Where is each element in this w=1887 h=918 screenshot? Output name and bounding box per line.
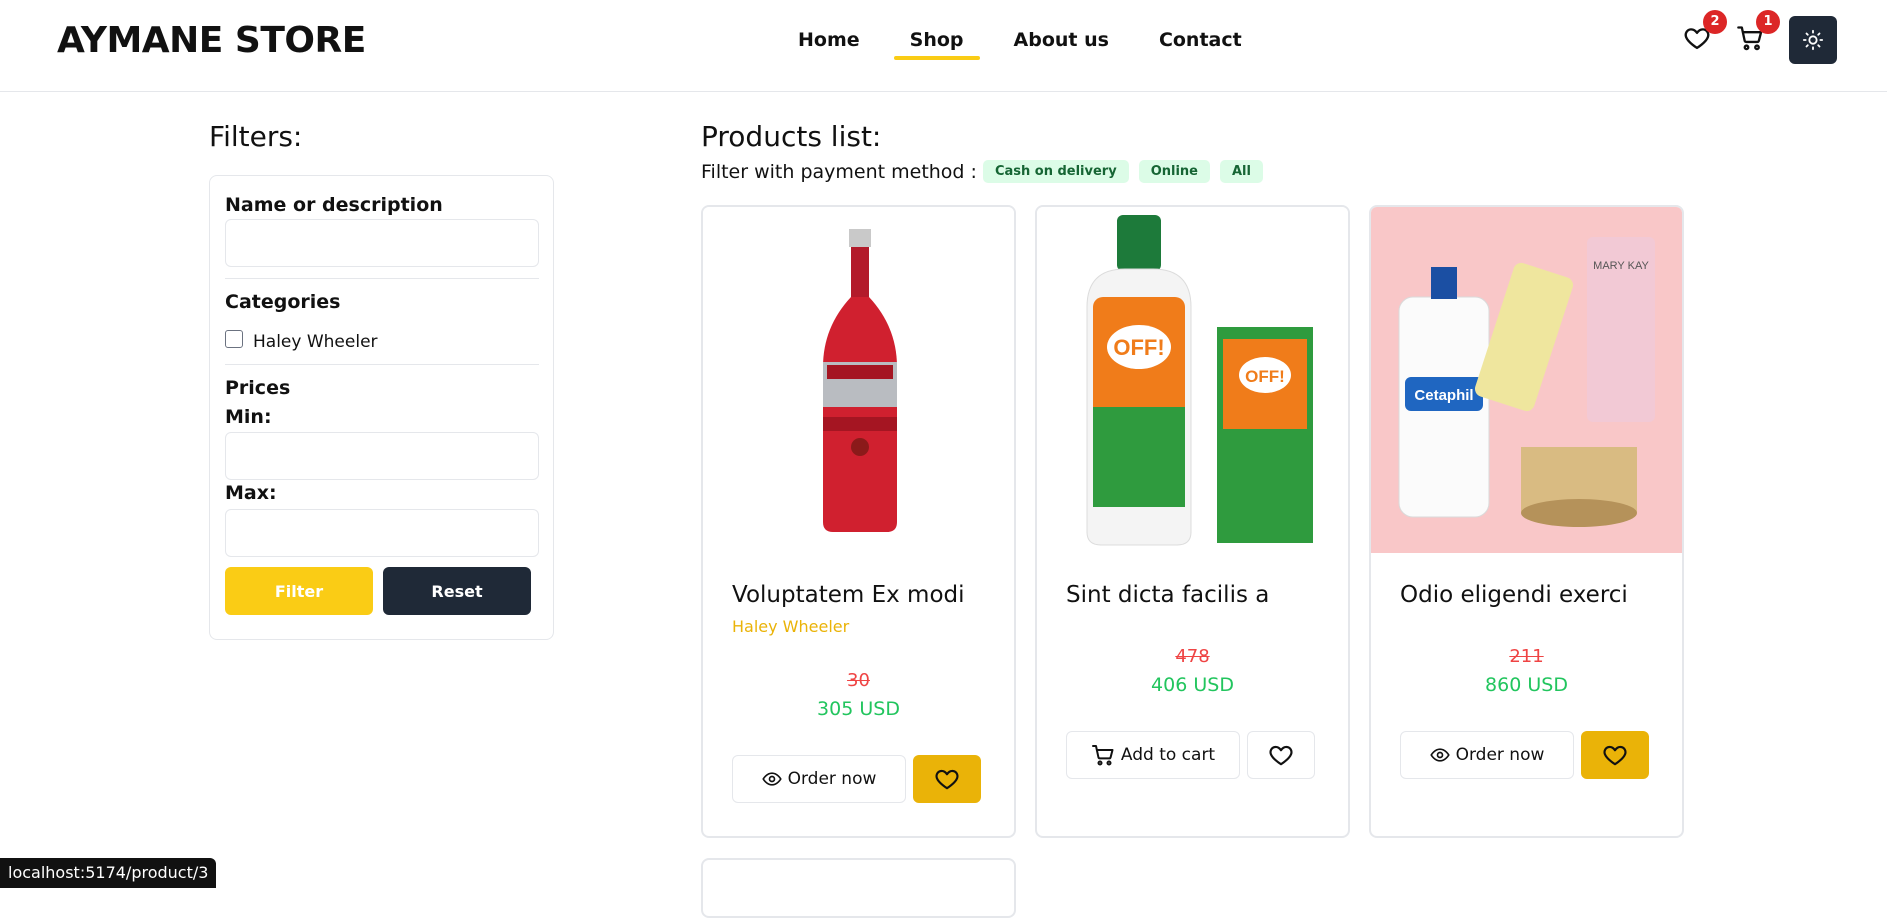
wishlist-count-badge: 2: [1703, 10, 1727, 34]
add-to-cart-label: Add to cart: [1120, 745, 1216, 765]
heart-icon: [1603, 745, 1627, 766]
sun-icon: [1802, 29, 1824, 51]
add-to-cart-button[interactable]: Add to cart: [1066, 731, 1240, 779]
nav-about[interactable]: About us: [996, 28, 1127, 58]
wishlist-toggle-button[interactable]: [1581, 731, 1649, 779]
product-image-vodka[interactable]: [703, 207, 1014, 553]
product-old-price: 211: [1509, 646, 1544, 667]
svg-text:OFF!: OFF!: [1245, 367, 1285, 386]
product-name[interactable]: Sint dicta facilis a: [1066, 582, 1269, 608]
prices-label: Prices: [225, 377, 291, 399]
product-name[interactable]: Voluptatem Ex modi: [732, 582, 965, 608]
payment-filter-label: Filter with payment method :: [701, 160, 977, 183]
max-price-input[interactable]: [225, 509, 539, 557]
order-now-label: Order now: [1455, 745, 1545, 765]
nav-home[interactable]: Home: [780, 28, 878, 58]
brand-logo[interactable]: AYMANE STORE: [57, 20, 366, 61]
categories-label: Categories: [225, 291, 341, 313]
filters-title: Filters:: [209, 120, 303, 153]
payment-chip-online[interactable]: Online: [1138, 160, 1210, 183]
order-now-button[interactable]: Order now: [1400, 731, 1574, 779]
wishlist-toggle-button[interactable]: [1247, 731, 1315, 779]
wishlist-toggle-button[interactable]: [913, 755, 981, 803]
divider: [225, 278, 539, 279]
name-filter-input[interactable]: [225, 219, 539, 267]
heart-icon: [1269, 745, 1293, 766]
heart-icon: [935, 769, 959, 790]
eye-icon: [1429, 748, 1450, 762]
payment-chip-all[interactable]: All: [1220, 160, 1263, 183]
nav-shop[interactable]: Shop: [892, 28, 982, 60]
product-old-price: 478: [1175, 646, 1210, 667]
product-card[interactable]: [701, 858, 1016, 918]
svg-text:OFF!: OFF!: [1113, 335, 1164, 360]
product-image-off-spray[interactable]: OFF! OFF!: [1037, 207, 1348, 553]
product-card[interactable]: OFF! OFF! Sint dicta facilis a 478 406 U…: [1035, 205, 1350, 838]
reset-button[interactable]: Reset: [383, 567, 531, 615]
svg-text:Cetaphil: Cetaphil: [1414, 387, 1473, 404]
min-price-label: Min:: [225, 406, 272, 428]
order-now-button[interactable]: Order now: [732, 755, 906, 803]
wishlist-button[interactable]: 2: [1683, 10, 1727, 54]
cart-button[interactable]: 1: [1736, 10, 1780, 54]
product-image-cosmetics[interactable]: Cetaphil MARY KAY: [1371, 207, 1682, 553]
products-title: Products list:: [701, 120, 882, 153]
category-checkbox[interactable]: [225, 330, 243, 348]
filter-button[interactable]: Filter: [225, 567, 373, 615]
product-card[interactable]: Voluptatem Ex modi Haley Wheeler 30 305 …: [701, 205, 1016, 838]
product-old-price: 30: [847, 670, 870, 691]
divider: [225, 364, 539, 365]
svg-text:MARY KAY: MARY KAY: [1593, 260, 1649, 272]
min-price-input[interactable]: [225, 432, 539, 480]
category-label[interactable]: Haley Wheeler: [253, 332, 378, 352]
name-filter-label: Name or description: [225, 194, 443, 216]
product-price: 860 USD: [1485, 674, 1568, 696]
payment-filter: Filter with payment method : Cash on del…: [701, 160, 1273, 183]
status-bar-url: localhost:5174/product/3: [0, 858, 217, 888]
order-now-label: Order now: [787, 769, 877, 789]
payment-chip-cod[interactable]: Cash on delivery: [982, 160, 1129, 183]
product-price: 406 USD: [1151, 674, 1234, 696]
site-header: AYMANE STORE Home Shop About us Contact …: [0, 0, 1887, 92]
eye-icon: [761, 772, 782, 786]
nav-contact[interactable]: Contact: [1141, 28, 1260, 58]
filter-panel: Name or description Categories Haley Whe…: [209, 175, 554, 640]
max-price-label: Max:: [225, 482, 277, 504]
main-nav: Home Shop About us Contact: [780, 28, 1274, 60]
cart-count-badge: 1: [1756, 10, 1780, 34]
product-price: 305 USD: [817, 698, 900, 720]
product-name[interactable]: Odio eligendi exerci: [1400, 582, 1628, 608]
product-card[interactable]: Cetaphil MARY KAY Odio eligendi exerci 2…: [1369, 205, 1684, 838]
product-category: Haley Wheeler: [732, 617, 850, 636]
theme-toggle-button[interactable]: [1789, 16, 1837, 64]
cart-icon: [1091, 745, 1114, 766]
